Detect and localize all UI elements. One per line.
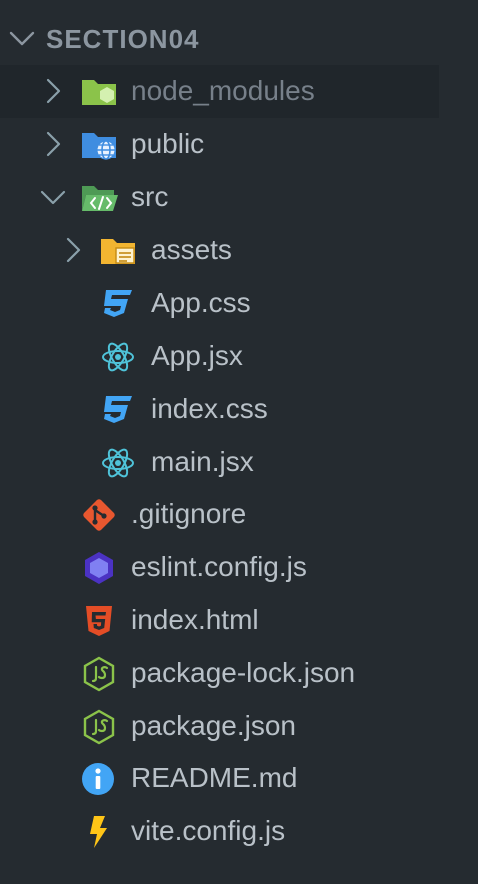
tree-item-readme[interactable]: README.md (0, 752, 478, 805)
tree-item-label: .gitignore (131, 498, 247, 529)
tree-item-label: package.json (131, 710, 297, 741)
tree-item-label: App.css (151, 287, 251, 318)
tree-item-gitignore[interactable]: .gitignore (0, 488, 478, 541)
tree-item-label: main.jsx (151, 446, 254, 477)
tree-item-label: eslint.config.js (131, 551, 307, 582)
react-file-icon (99, 338, 137, 376)
react-file-icon (99, 444, 137, 482)
tree-item-label: package-lock.json (131, 657, 356, 688)
chevron-right-icon[interactable] (40, 131, 66, 157)
tree-item-index-css[interactable]: index.css (0, 383, 478, 436)
tree-item-package-lock-json[interactable]: package-lock.json (0, 647, 478, 700)
tree-item-vite-config[interactable]: vite.config.js (0, 805, 478, 858)
nodejs-file-icon (80, 655, 118, 693)
chevron-right-icon[interactable] (40, 78, 66, 104)
tree-item-label: public (131, 128, 205, 159)
git-file-icon (80, 496, 118, 534)
assets-folder-icon (99, 232, 137, 270)
chevron-right-icon[interactable] (60, 237, 86, 263)
chevron-down-icon[interactable] (9, 29, 35, 49)
tree-item-main-jsx[interactable]: main.jsx (0, 436, 478, 489)
section-title: SECTION04 (46, 24, 200, 54)
public-folder-icon (80, 126, 118, 164)
tree-item-label: index.css (151, 393, 268, 424)
tree-item-label: node_modules (131, 75, 315, 106)
tree-item-src[interactable]: src (0, 171, 478, 224)
tree-item-index-html[interactable]: index.html (0, 594, 478, 647)
tree-item-assets[interactable]: assets (0, 224, 478, 277)
css-file-icon (99, 391, 137, 429)
src-folder-open-icon (80, 179, 118, 217)
tree-item-node-modules[interactable]: node_modules (0, 65, 478, 118)
tree-item-package-json[interactable]: package.json (0, 700, 478, 753)
tree-item-label: README.md (131, 762, 298, 793)
chevron-down-icon[interactable] (40, 184, 66, 210)
html-file-icon (80, 602, 118, 640)
eslint-file-icon (80, 549, 118, 587)
section-header[interactable]: SECTION04 (0, 13, 478, 65)
tree-item-label: App.jsx (151, 340, 243, 371)
nodejs-file-icon (80, 708, 118, 746)
css-file-icon (99, 285, 137, 323)
tree-item-app-jsx[interactable]: App.jsx (0, 330, 478, 383)
tree-item-label: src (131, 181, 169, 212)
node-modules-folder-icon (80, 73, 118, 111)
tree-item-public[interactable]: public (0, 118, 478, 171)
file-explorer: SECTION04 node_modules public src assets… (0, 0, 478, 884)
tree-item-label: vite.config.js (131, 815, 286, 846)
tree-item-app-css[interactable]: App.css (0, 277, 478, 330)
tree-item-label: assets (151, 234, 232, 265)
vite-file-icon (80, 813, 118, 851)
info-file-icon (80, 760, 118, 798)
tree-item-eslint-config[interactable]: eslint.config.js (0, 541, 478, 594)
tree-item-label: index.html (131, 604, 259, 635)
